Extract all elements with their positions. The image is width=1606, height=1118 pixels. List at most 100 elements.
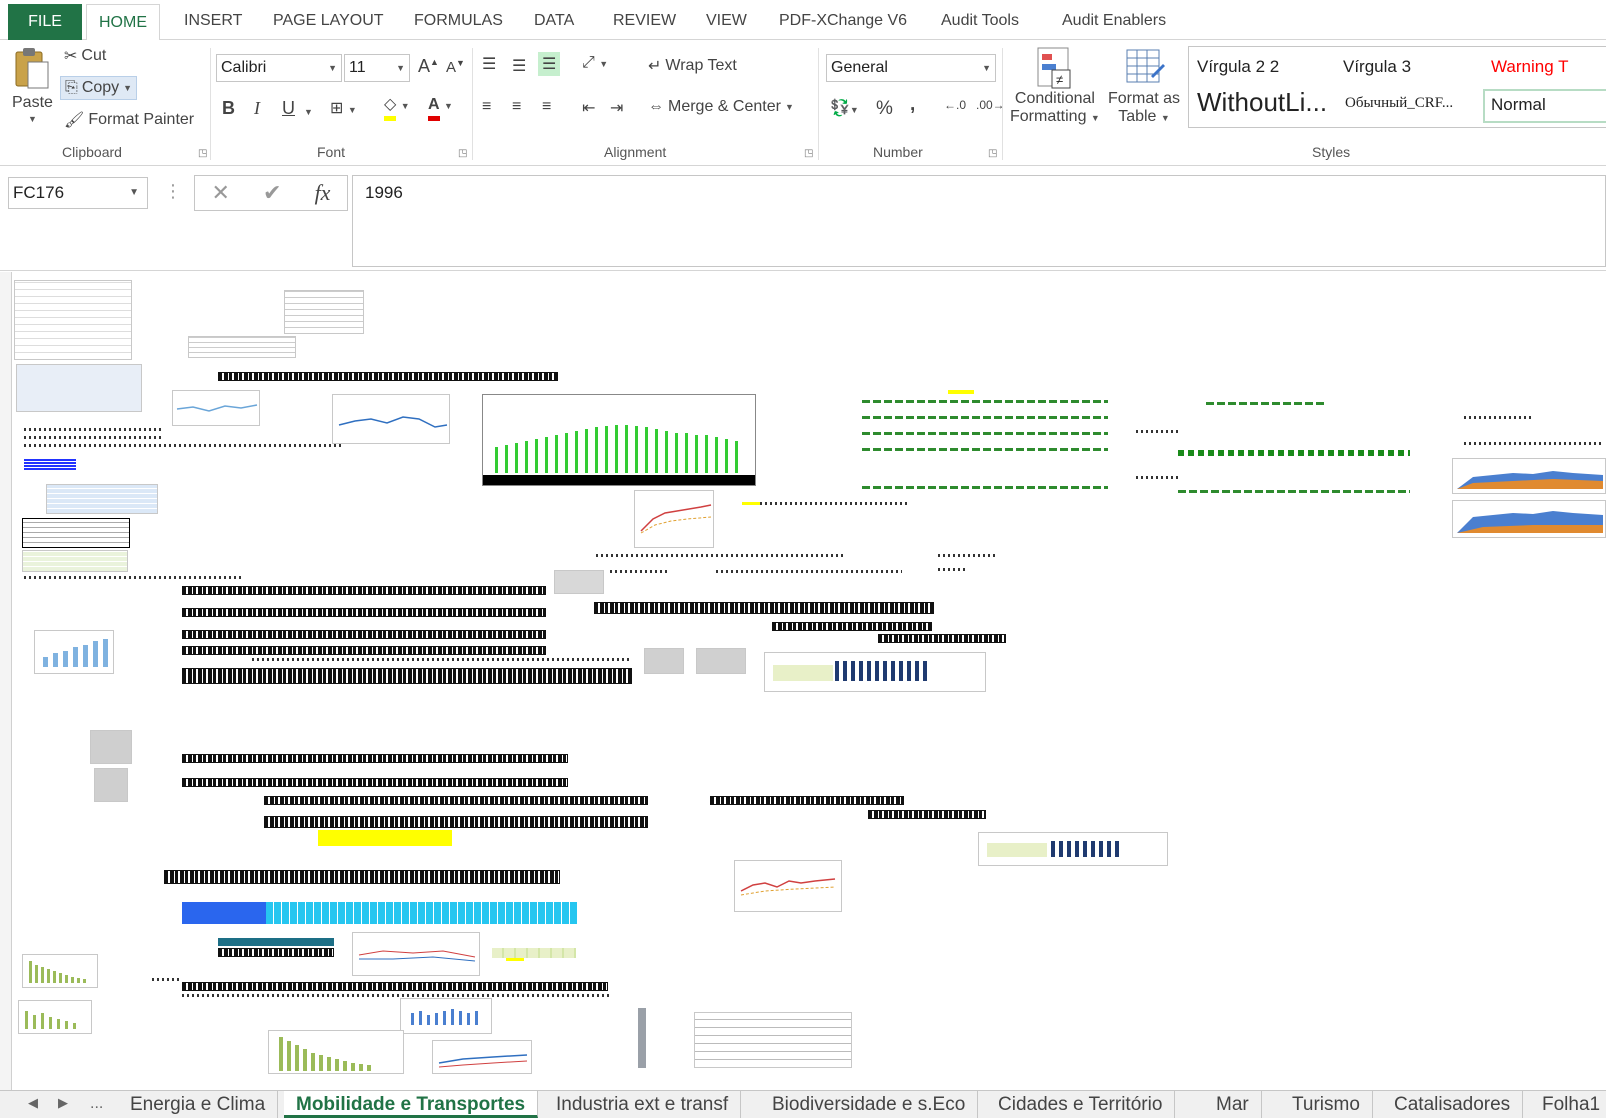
copy-dropdown-icon[interactable]: ▼ — [123, 83, 132, 93]
align-top-icon[interactable]: ☰ — [482, 54, 496, 74]
bar-chart-thumbnail[interactable] — [482, 394, 756, 486]
chart-thumbnail[interactable] — [978, 832, 1168, 866]
align-center-icon[interactable]: ≡ — [512, 98, 521, 116]
data-row-strip[interactable] — [218, 372, 558, 381]
data-row[interactable] — [862, 486, 1108, 489]
data-row-strip[interactable] — [710, 796, 904, 805]
data-row[interactable] — [1206, 402, 1326, 405]
style-normal[interactable]: Normal — [1483, 89, 1606, 123]
increase-font-icon[interactable]: A▲ — [418, 56, 439, 77]
table-thumbnail[interactable] — [492, 948, 576, 958]
style-obychny-crf[interactable]: Обычный_CRF... — [1345, 95, 1453, 112]
row-header[interactable] — [0, 272, 12, 1090]
data-row[interactable] — [610, 570, 670, 573]
chart-thumbnail[interactable] — [34, 630, 114, 674]
tab-review[interactable]: REVIEW — [613, 6, 676, 36]
decrease-font-icon[interactable]: A▼ — [446, 58, 465, 76]
tab-page-layout[interactable]: PAGE LAYOUT — [273, 6, 384, 36]
table-thumbnail[interactable] — [188, 336, 296, 358]
font-name-combo[interactable]: Calibri ▼ — [216, 54, 342, 82]
data-row[interactable] — [24, 428, 164, 431]
data-row[interactable] — [596, 554, 846, 557]
orientation-icon[interactable]: ⤢ ▼ — [582, 54, 608, 72]
data-row[interactable] — [1464, 442, 1604, 445]
chart-thumbnail[interactable] — [332, 394, 450, 444]
data-row-strip[interactable] — [878, 634, 1006, 643]
style-withoutli[interactable]: WithoutLi... — [1197, 87, 1327, 118]
sheet-tab-biodiversidade-e-s-eco[interactable]: Biodiversidade e s.Eco — [760, 1091, 979, 1118]
worksheet-grid[interactable] — [12, 272, 1606, 1090]
align-middle-icon[interactable]: ☰ — [512, 56, 526, 76]
font-color-icon[interactable]: A ▼ — [428, 94, 453, 121]
table-thumbnail[interactable] — [694, 1012, 852, 1068]
data-row-strip[interactable] — [182, 608, 546, 617]
highlighted-range[interactable] — [182, 902, 266, 924]
tab-file[interactable]: FILE — [8, 4, 82, 40]
tab-data[interactable]: DATA — [534, 6, 574, 36]
highlighted-cell[interactable] — [506, 958, 524, 961]
chart-thumbnail[interactable] — [22, 954, 98, 988]
align-bottom-icon[interactable]: ☰ — [538, 52, 561, 76]
data-row[interactable] — [1136, 476, 1180, 479]
sheet-tab-energia-e-clima[interactable]: Energia e Clima — [118, 1091, 279, 1118]
chart-thumbnail[interactable] — [734, 860, 842, 912]
data-row[interactable] — [938, 568, 968, 571]
percent-button[interactable]: % — [876, 98, 893, 120]
data-row-strip[interactable] — [218, 948, 334, 957]
table-thumbnail[interactable] — [22, 518, 130, 548]
fill-color-icon[interactable]: ◇ ▼ — [384, 94, 410, 121]
chevron-down-icon[interactable]: ▼ — [129, 178, 139, 208]
sheet-tab-turismo[interactable]: Turismo — [1280, 1091, 1373, 1118]
chart-thumbnail[interactable] — [352, 932, 480, 976]
data-row[interactable] — [760, 502, 910, 505]
sheet-tab-mar[interactable]: Mar — [1204, 1091, 1262, 1118]
data-row[interactable] — [862, 432, 1108, 435]
data-row-strip[interactable] — [182, 646, 546, 655]
chart-thumbnail[interactable] — [1452, 458, 1606, 494]
data-row-strip[interactable] — [182, 754, 568, 763]
data-row[interactable] — [938, 554, 998, 557]
data-row[interactable] — [1178, 490, 1410, 493]
underline-button[interactable]: U — [282, 98, 295, 119]
data-row[interactable] — [24, 444, 344, 447]
comma-button[interactable]: , — [910, 94, 915, 116]
format-as-table-button[interactable]: Format as Table ▼ — [1108, 46, 1180, 126]
table-thumbnail[interactable] — [644, 648, 684, 674]
scroll-left-icon[interactable]: ◀ — [28, 1095, 38, 1111]
sheet-tab-mobilidade-e-transportes[interactable]: Mobilidade e Transportes — [284, 1091, 539, 1118]
currency-format-icon[interactable]: 💱▼ — [830, 98, 859, 118]
chart-thumbnail[interactable] — [432, 1040, 532, 1074]
chart-thumbnail[interactable] — [400, 998, 492, 1034]
tab-insert[interactable]: INSERT — [184, 6, 242, 36]
tab-pdfxchange[interactable]: PDF-XChange V6 — [779, 6, 907, 36]
highlighted-cell[interactable] — [742, 502, 762, 505]
chart-thumbnail[interactable] — [764, 652, 986, 692]
align-right-icon[interactable]: ≡ — [542, 98, 551, 116]
italic-button[interactable]: I — [254, 98, 260, 119]
data-row-strip[interactable] — [182, 630, 546, 639]
highlighted-range[interactable] — [318, 830, 452, 846]
wrap-text-button[interactable]: ↵ Wrap Text — [648, 56, 737, 76]
tab-audit-tools[interactable]: Audit Tools — [941, 6, 1019, 36]
text-box-thumbnail[interactable] — [16, 364, 142, 412]
data-row[interactable] — [252, 658, 632, 661]
data-row[interactable] — [716, 570, 902, 573]
paste-dropdown-icon[interactable]: ▼ — [28, 114, 37, 124]
data-row-strip[interactable] — [164, 870, 560, 884]
bold-button[interactable]: B — [222, 98, 235, 119]
table-thumbnail[interactable] — [94, 768, 128, 802]
cancel-icon[interactable]: ✕ — [212, 180, 230, 206]
align-left-icon[interactable]: ≡ — [482, 98, 491, 116]
data-row[interactable] — [152, 978, 182, 981]
conditional-formatting-button[interactable]: ≠ Conditional Formatting ▼ — [1010, 46, 1100, 126]
decrease-indent-icon[interactable]: ⇤ — [582, 98, 595, 118]
data-row[interactable] — [24, 576, 244, 579]
chart-thumbnail[interactable] — [634, 490, 714, 548]
enter-icon[interactable]: ✔ — [263, 180, 281, 206]
chart-thumbnail[interactable] — [268, 1030, 404, 1074]
more-sheets-button[interactable]: ... — [90, 1095, 103, 1113]
table-thumbnail[interactable] — [554, 570, 604, 594]
merge-center-button[interactable]: ⇔ Merge & Center ▼ — [648, 98, 794, 116]
number-format-combo[interactable]: General ▼ — [826, 54, 996, 82]
table-thumbnail[interactable] — [284, 290, 364, 334]
